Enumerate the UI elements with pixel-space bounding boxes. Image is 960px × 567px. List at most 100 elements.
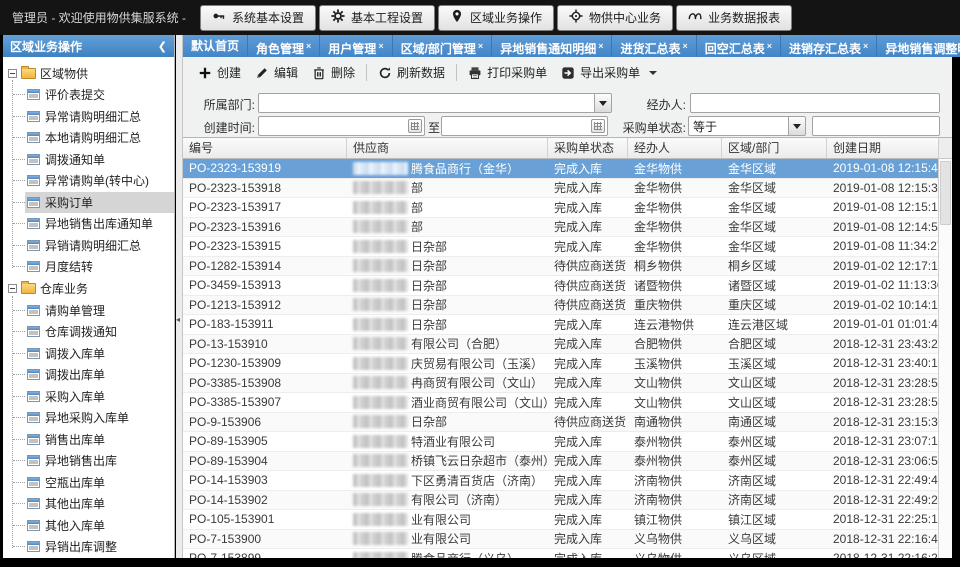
- menu-button[interactable]: 区域业务操作: [438, 5, 554, 31]
- tree-item-body[interactable]: 其他入库单: [25, 515, 174, 537]
- table-row[interactable]: PO-3385-153908冉商贸有限公司（文山）完成入库文山物供文山区域201…: [183, 374, 938, 394]
- column-header[interactable]: 编号: [183, 138, 347, 158]
- department-select[interactable]: [258, 93, 612, 113]
- scrollbar-thumb[interactable]: [940, 161, 951, 225]
- tab[interactable]: 进销存汇总表×: [781, 35, 877, 57]
- toolbar-button[interactable]: 编辑: [248, 61, 305, 85]
- menu-button[interactable]: 基本工程设置: [319, 5, 435, 31]
- collapse-node-icon[interactable]: [8, 284, 17, 293]
- tree-item[interactable]: 调拨通知单: [3, 149, 174, 171]
- tree-group-root[interactable]: 区域物供: [3, 62, 174, 84]
- tree-item[interactable]: 异地销售出库通知单: [3, 213, 174, 235]
- tab[interactable]: 回空汇总表×: [697, 35, 781, 57]
- vertical-scrollbar[interactable]: [938, 138, 952, 558]
- tree-item[interactable]: 空瓶出库单: [3, 472, 174, 494]
- table-row[interactable]: PO-9-153906日杂部待供应商送货南通物供南通区域2018-12-31 2…: [183, 413, 938, 433]
- calendar-icon[interactable]: [591, 119, 605, 133]
- table-row[interactable]: PO-2323-153919腾食品商行（金华）完成入库金华物供金华区域2019-…: [183, 159, 938, 179]
- table-row[interactable]: PO-14-153902有限公司（济南）完成入库济南物供济南区域2018-12-…: [183, 491, 938, 511]
- chevron-down-icon[interactable]: [594, 94, 611, 112]
- menu-button[interactable]: 业务数据报表: [676, 5, 792, 31]
- tree-item[interactable]: 其他入库单: [3, 515, 174, 537]
- tree-item-body[interactable]: 采购订单: [25, 192, 174, 214]
- panel-splitter[interactable]: ◂: [176, 35, 183, 558]
- tree-item-body[interactable]: 异常请购单(转中心): [25, 170, 174, 192]
- tree-item-body[interactable]: 异销出库调整: [25, 536, 174, 557]
- date-to-input[interactable]: [441, 116, 608, 136]
- table-row[interactable]: PO-2323-153916部完成入库金华物供金华区域2019-01-08 12…: [183, 218, 938, 238]
- table-row[interactable]: PO-1230-153909庆贸易有限公司（玉溪）完成入库玉溪物供玉溪区域201…: [183, 354, 938, 374]
- tree-item[interactable]: 仓库调拨通知: [3, 321, 174, 343]
- close-tab-icon[interactable]: ×: [306, 41, 311, 51]
- toolbar-button[interactable]: 刷新数据: [371, 61, 452, 85]
- tree-item-body[interactable]: 调拨入库单: [25, 343, 174, 365]
- handler-input[interactable]: [690, 93, 940, 113]
- tree-item-body[interactable]: 销售出库单: [25, 429, 174, 451]
- column-header[interactable]: 创建日期: [827, 138, 938, 158]
- tree-item-body[interactable]: 调拨通知单: [25, 149, 174, 171]
- tree-item-body[interactable]: 其他出库单: [25, 493, 174, 515]
- tree-item[interactable]: 采购订单: [3, 192, 174, 214]
- table-row[interactable]: PO-2323-153915日杂部完成入库金华物供金华区域2019-01-08 …: [183, 237, 938, 257]
- tab[interactable]: 异地销售通知明细×: [492, 35, 612, 57]
- table-row[interactable]: PO-1282-153914日杂部待供应商送货桐乡物供桐乡区域2019-01-0…: [183, 257, 938, 277]
- menu-button[interactable]: 物供中心业务: [557, 5, 673, 31]
- tree-item-body[interactable]: 异地采购入库单: [25, 407, 174, 429]
- toolbar-button[interactable]: 导出采购单: [554, 61, 664, 85]
- tree-group-root[interactable]: 仓库业务: [3, 278, 174, 300]
- tree-item[interactable]: 月度结转: [3, 256, 174, 278]
- tree-item-body[interactable]: 调拨出库单: [25, 364, 174, 386]
- close-tab-icon[interactable]: ×: [863, 41, 868, 51]
- table-row[interactable]: PO-7-153899腾食品商行（义乌）完成入库义乌物供义乌区域2018-12-…: [183, 549, 938, 558]
- tree-item[interactable]: 其他出库单: [3, 493, 174, 515]
- tree-item-body[interactable]: 异常请购明细汇总: [25, 106, 174, 128]
- tree-item[interactable]: 评价表提交: [3, 84, 174, 106]
- chevron-down-icon[interactable]: [788, 117, 805, 135]
- tab[interactable]: 进货汇总表×: [612, 35, 696, 57]
- menu-button[interactable]: 系统基本设置: [200, 5, 316, 31]
- tab[interactable]: 异地销售调整明细×: [877, 35, 960, 57]
- tree-item-body[interactable]: 评价表提交: [25, 84, 174, 106]
- tree-item[interactable]: 异常请购明细汇总: [3, 106, 174, 128]
- tree-item[interactable]: 调拨出库单: [3, 364, 174, 386]
- table-row[interactable]: PO-13-153910有限公司（合肥）完成入库合肥物供合肥区域2018-12-…: [183, 335, 938, 355]
- close-tab-icon[interactable]: ×: [598, 41, 603, 51]
- tree-item-body[interactable]: 仓库调拨通知: [25, 321, 174, 343]
- tree-item-body[interactable]: 异销请购明细汇总: [25, 235, 174, 257]
- tree-item[interactable]: 异地销售出库: [3, 450, 174, 472]
- tree-item-body[interactable]: 异地销售出库通知单: [25, 213, 174, 235]
- toolbar-button[interactable]: 创建: [191, 61, 248, 85]
- tab[interactable]: 默认首页: [183, 35, 248, 57]
- table-row[interactable]: PO-89-153905特酒业有限公司完成入库泰州物供泰州区域2018-12-3…: [183, 432, 938, 452]
- tree-item[interactable]: 异销请购明细汇总: [3, 235, 174, 257]
- tree-item[interactable]: 异地采购入库单: [3, 407, 174, 429]
- close-tab-icon[interactable]: ×: [682, 41, 687, 51]
- status-value-input[interactable]: [812, 116, 940, 136]
- tree-item[interactable]: 请购单管理: [3, 300, 174, 322]
- tree-item-body[interactable]: 请购单管理: [25, 300, 174, 322]
- toolbar-button[interactable]: 删除: [305, 61, 362, 85]
- tree-item[interactable]: 调拨入库单: [3, 343, 174, 365]
- collapse-sidebar-icon[interactable]: ❮: [158, 40, 167, 53]
- table-row[interactable]: PO-1213-153912日杂部待供应商送货重庆物供重庆区域2019-01-0…: [183, 296, 938, 316]
- column-header[interactable]: 区域/部门: [722, 138, 827, 158]
- tree-item-body[interactable]: 异地销售出库: [25, 450, 174, 472]
- close-tab-icon[interactable]: ×: [767, 41, 772, 51]
- column-header[interactable]: 经办人: [628, 138, 722, 158]
- table-row[interactable]: PO-14-153903下区勇清百货店（济南）完成入库济南物供济南区域2018-…: [183, 471, 938, 491]
- close-tab-icon[interactable]: ×: [378, 41, 383, 51]
- status-operator-select[interactable]: 等于: [688, 116, 806, 136]
- column-header[interactable]: 采购单状态: [548, 138, 628, 158]
- table-row[interactable]: PO-89-153904桥镇飞云日杂超市（泰州）完成入库泰州物供泰州区域2018…: [183, 452, 938, 472]
- toolbar-button[interactable]: 打印采购单: [461, 61, 554, 85]
- table-row[interactable]: PO-3459-153913日杂部待供应商送货诸暨物供诸暨区域2019-01-0…: [183, 276, 938, 296]
- calendar-icon[interactable]: [408, 119, 422, 133]
- table-row[interactable]: PO-183-153911日杂部完成入库连云港物供连云港区域2019-01-01…: [183, 315, 938, 335]
- table-row[interactable]: PO-3385-153907酒业商贸有限公司（文山）完成入库文山物供文山区域20…: [183, 393, 938, 413]
- tab[interactable]: 区域/部门管理×: [393, 35, 493, 57]
- close-tab-icon[interactable]: ×: [478, 41, 483, 51]
- table-row[interactable]: PO-2323-153918部完成入库金华物供金华区域2019-01-08 12…: [183, 179, 938, 199]
- tree-item[interactable]: 本地请购明细汇总: [3, 127, 174, 149]
- tab[interactable]: 用户管理×: [320, 35, 392, 57]
- date-from-input[interactable]: [258, 116, 425, 136]
